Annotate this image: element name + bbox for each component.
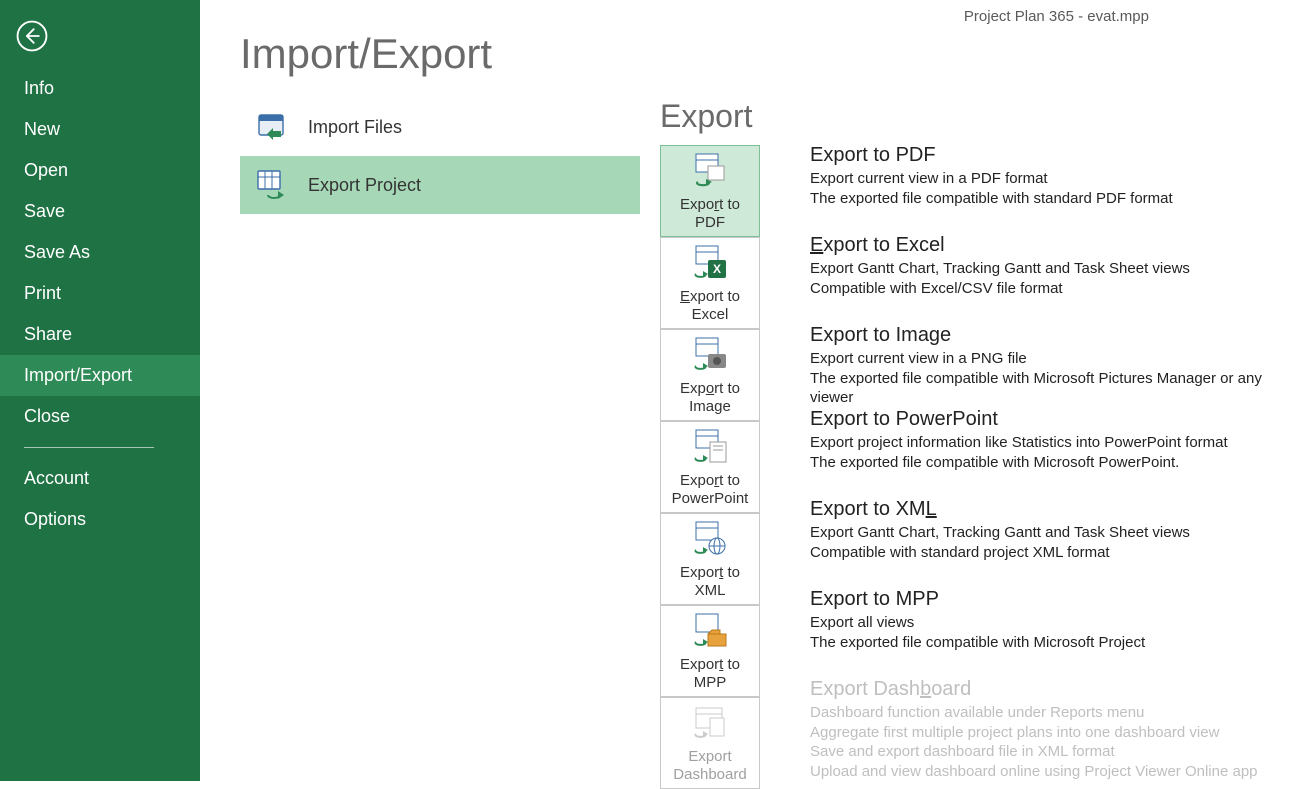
detail-line: Save and export dashboard file in XML fo… <box>810 742 1279 762</box>
detail-title: Export Dashboard <box>810 678 1279 701</box>
detail-line: Export all views <box>810 613 1279 633</box>
pdf-icon <box>690 152 730 192</box>
detail-title: Export to PDF <box>810 144 1279 167</box>
detail-title: Export to PowerPoint <box>810 408 1279 431</box>
page-title: Import/Export <box>240 30 1279 78</box>
export-details: Export to PDF Export current view in a P… <box>810 98 1279 789</box>
sidebar-item-account[interactable]: Account <box>0 458 200 499</box>
svg-text:X: X <box>713 262 721 276</box>
tile-export-pdf[interactable]: Export to PDF <box>660 145 760 237</box>
powerpoint-icon <box>690 428 730 468</box>
image-icon <box>690 336 730 376</box>
sidebar-item-save-as[interactable]: Save As <box>0 232 200 273</box>
detail-line: The exported file compatible with standa… <box>810 189 1279 209</box>
tile-label: Export to Image <box>663 380 757 416</box>
tile-label: Export to PowerPoint <box>663 472 757 508</box>
action-label: Export Project <box>308 175 421 196</box>
mpp-icon <box>690 612 730 652</box>
detail-line: The exported file compatible with Micros… <box>810 453 1279 473</box>
detail-line: Export current view in a PDF format <box>810 169 1279 189</box>
sidebar-item-share[interactable]: Share <box>0 314 200 355</box>
sidebar-item-options[interactable]: Options <box>0 499 200 540</box>
detail-export-excel: Export to Excel Export Gantt Chart, Trac… <box>810 232 1279 322</box>
detail-title: Export to Image <box>810 324 1279 347</box>
detail-line: Export current view in a PNG file <box>810 349 1279 369</box>
detail-export-powerpoint: Export to PowerPoint Export project info… <box>810 406 1279 496</box>
detail-title: Export to MPP <box>810 588 1279 611</box>
sidebar-item-close[interactable]: Close <box>0 396 200 437</box>
detail-line: Export Gantt Chart, Tracking Gantt and T… <box>810 259 1279 279</box>
sidebar-item-import-export[interactable]: Import/Export <box>0 355 200 396</box>
detail-export-image: Export to Image Export current view in a… <box>810 322 1279 406</box>
sidebar-item-info[interactable]: Info <box>0 68 200 109</box>
tile-export-xml[interactable]: Export to XML <box>660 513 760 605</box>
sidebar-separator <box>24 447 154 448</box>
detail-line: Compatible with standard project XML for… <box>810 543 1279 563</box>
tile-export-dashboard: Export Dashboard <box>660 697 760 789</box>
detail-export-dashboard: Export Dashboard Dashboard function avai… <box>810 676 1279 781</box>
detail-line: Dashboard function available under Repor… <box>810 703 1279 723</box>
export-section-title: Export <box>660 98 780 135</box>
xml-icon <box>690 520 730 560</box>
action-label: Import Files <box>308 117 402 138</box>
tile-export-mpp[interactable]: Export to MPP <box>660 605 760 697</box>
sidebar-item-new[interactable]: New <box>0 109 200 150</box>
excel-icon: X <box>690 244 730 284</box>
tile-export-excel[interactable]: X Export to Excel <box>660 237 760 329</box>
sidebar-item-save[interactable]: Save <box>0 191 200 232</box>
dashboard-icon <box>690 704 730 744</box>
detail-export-mpp: Export to MPP Export all views The expor… <box>810 586 1279 676</box>
detail-export-pdf: Export to PDF Export current view in a P… <box>810 142 1279 232</box>
detail-export-xml: Export to XML Export Gantt Chart, Tracki… <box>810 496 1279 586</box>
export-tiles: Export Export to PDF X Export to Excel <box>660 98 780 789</box>
back-arrow-icon <box>15 19 49 53</box>
tile-label: Export to Excel <box>663 288 757 324</box>
detail-line: The exported file compatible with Micros… <box>810 633 1279 653</box>
tile-export-image[interactable]: Export to Image <box>660 329 760 421</box>
sidebar-item-open[interactable]: Open <box>0 150 200 191</box>
action-import-files[interactable]: Import Files <box>240 98 640 156</box>
back-button[interactable] <box>12 16 52 56</box>
detail-line: The exported file compatible with Micros… <box>810 369 1279 407</box>
tile-label: Export Dashboard <box>663 748 757 784</box>
export-column: Export Export to PDF X Export to Excel <box>660 98 1279 789</box>
tile-label: Export to PDF <box>663 196 757 232</box>
import-files-icon <box>254 109 290 145</box>
tile-label: Export to XML <box>663 564 757 600</box>
main-content: Import/Export Import Files <box>200 0 1299 781</box>
export-project-icon <box>254 167 290 203</box>
tile-label: Export to MPP <box>663 656 757 692</box>
actions-column: Import Files Export Project <box>240 98 640 789</box>
action-export-project[interactable]: Export Project <box>240 156 640 214</box>
detail-title: Export to XML <box>810 498 1279 521</box>
tile-export-powerpoint[interactable]: Export to PowerPoint <box>660 421 760 513</box>
backstage-sidebar: Info New Open Save Save As Print Share I… <box>0 0 200 781</box>
sidebar-item-print[interactable]: Print <box>0 273 200 314</box>
detail-line: Export Gantt Chart, Tracking Gantt and T… <box>810 523 1279 543</box>
detail-line: Compatible with Excel/CSV file format <box>810 279 1279 299</box>
detail-line: Upload and view dashboard online using P… <box>810 762 1279 782</box>
detail-title: Export to Excel <box>810 234 1279 257</box>
detail-line: Export project information like Statisti… <box>810 433 1279 453</box>
detail-line: Aggregate first multiple project plans i… <box>810 723 1279 743</box>
